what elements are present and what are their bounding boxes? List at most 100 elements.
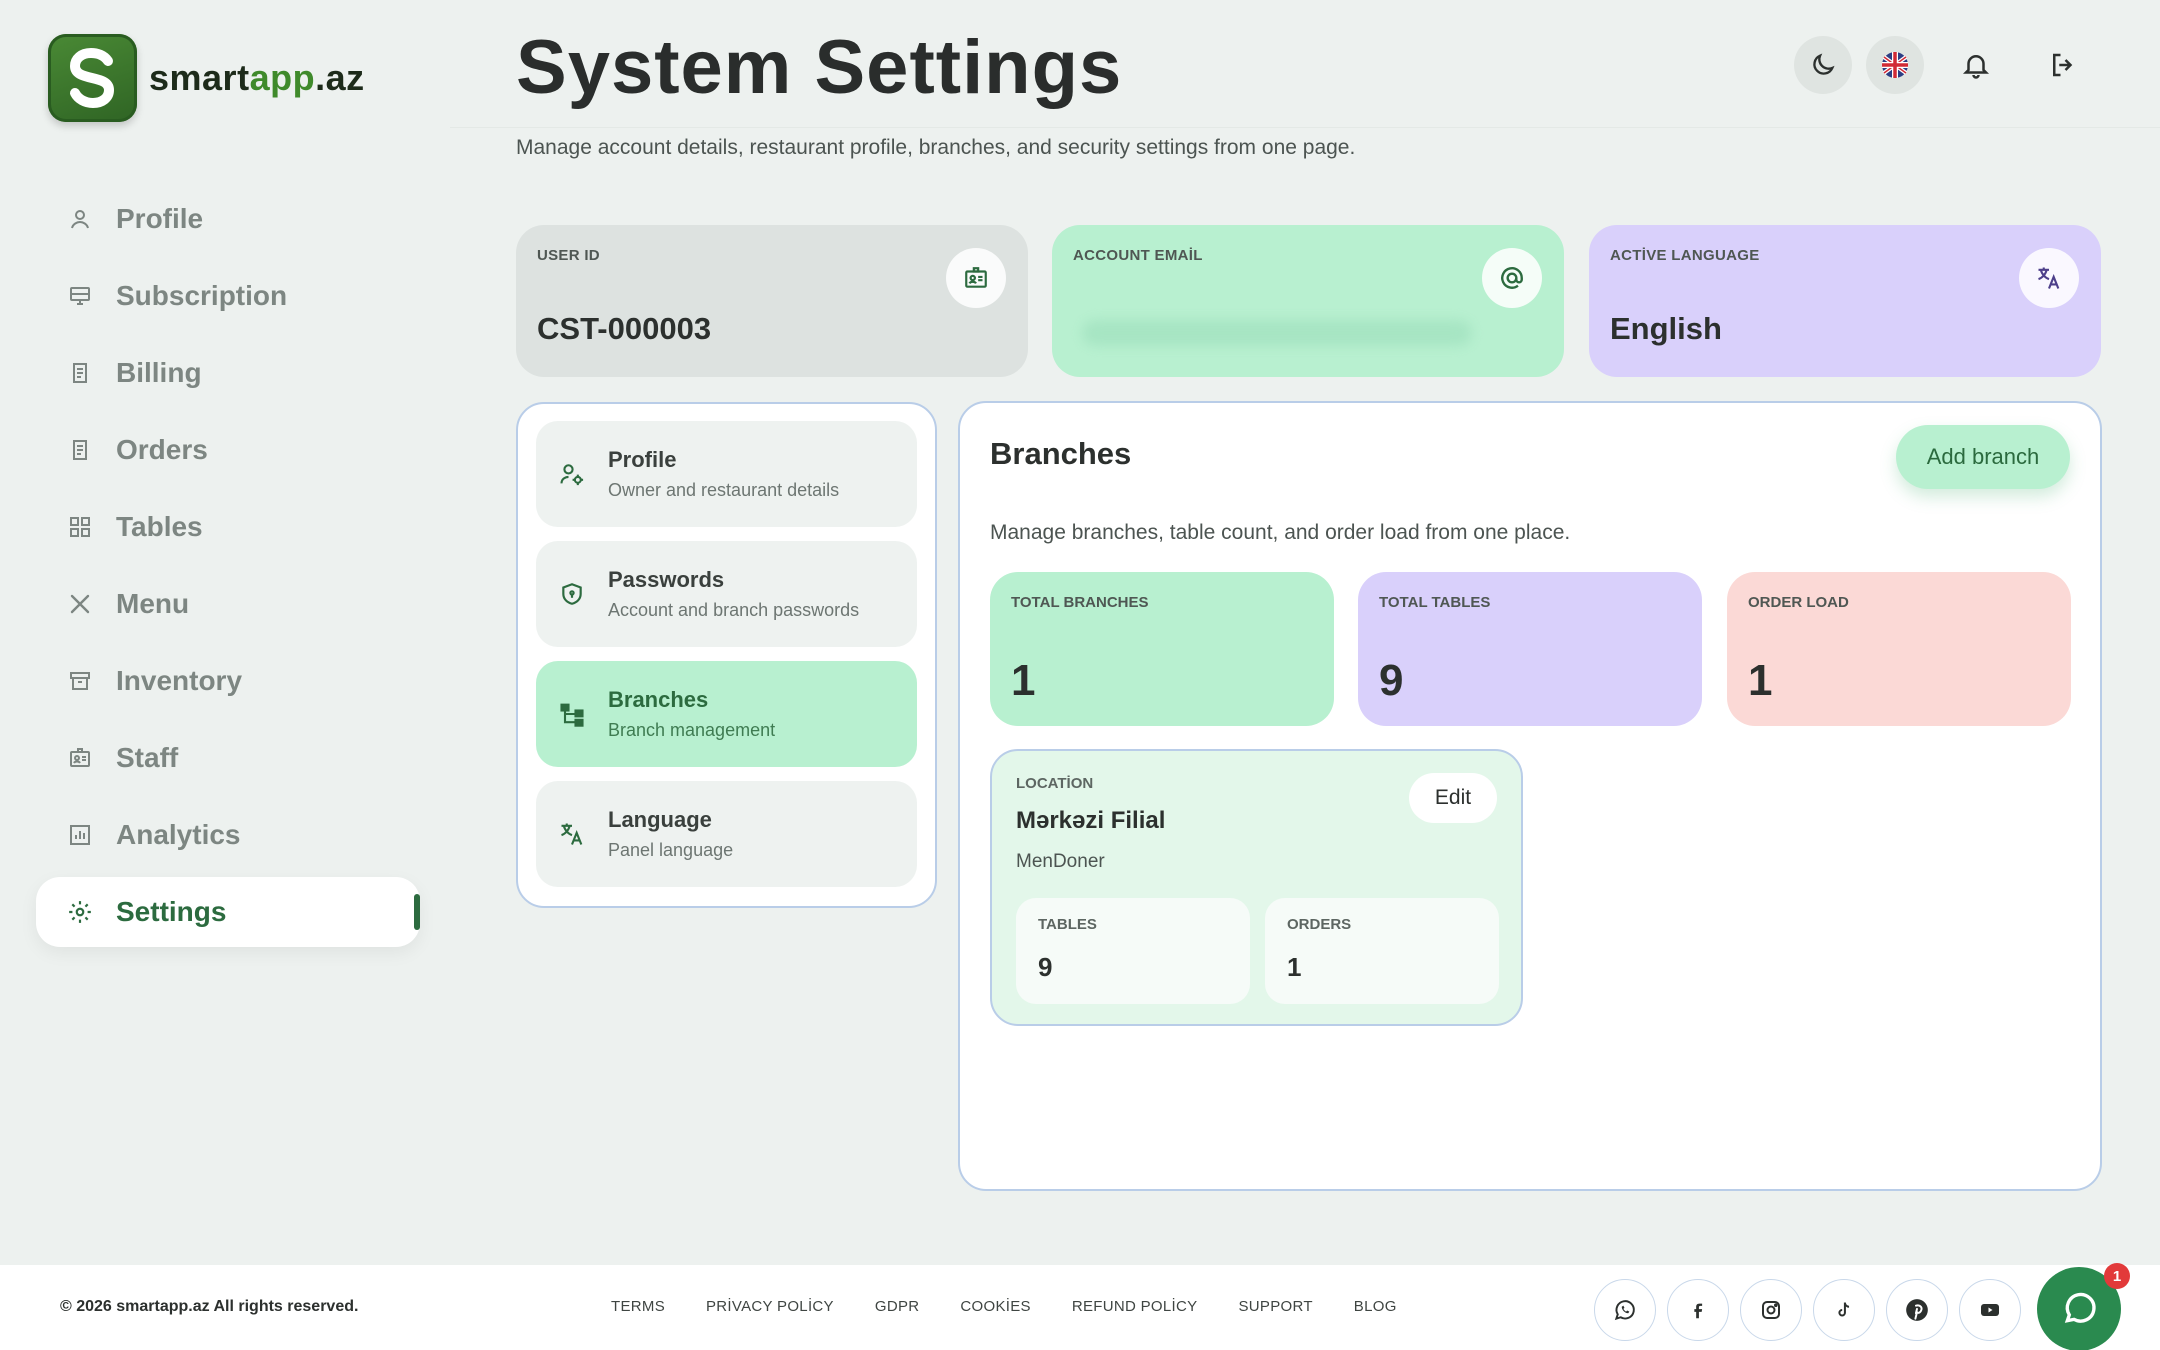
footer-link-cookies[interactable]: COOKİES (960, 1298, 1030, 1315)
footer-link-blog[interactable]: BLOG (1354, 1298, 1397, 1315)
receipt-icon (66, 436, 94, 464)
redacted-email (1082, 320, 1472, 346)
brand-logo[interactable]: smartapp.az (48, 34, 365, 122)
sidebar-item-label: Subscription (116, 280, 288, 311)
id-card-icon (66, 744, 94, 772)
settings-tab-title: Language (608, 807, 712, 832)
card-label: USER ID (537, 247, 600, 264)
footer-link-refund[interactable]: REFUND POLİCY (1072, 1298, 1198, 1315)
hierarchy-icon (556, 698, 588, 730)
theme-toggle-button[interactable] (1794, 36, 1852, 94)
card-label: ACCOUNT EMAİL (1073, 247, 1203, 264)
whatsapp-link[interactable] (1594, 1279, 1656, 1341)
settings-tab-subtitle: Account and branch passwords (608, 600, 860, 620)
page-title: System Settings (516, 25, 1123, 110)
translate-icon (2019, 248, 2079, 308)
brand-name-part: smart (149, 57, 250, 98)
footer-links: TERMS PRİVACY POLİCY GDPR COOKİES REFUND… (611, 1298, 1438, 1315)
uk-flag-icon (1882, 52, 1908, 78)
sidebar-item-analytics[interactable]: Analytics (36, 800, 420, 870)
language-button[interactable] (1866, 36, 1924, 94)
sidebar-item-tables[interactable]: Tables (36, 492, 420, 562)
monitor-icon (66, 282, 94, 310)
bell-icon (1962, 55, 1990, 79)
chat-bubble-icon (2064, 1292, 2096, 1323)
total-tables-value: 9 (1379, 656, 1404, 705)
at-icon (1482, 248, 1542, 308)
sidebar: smartapp.az Profile Subscription Billing (0, 0, 450, 1265)
settings-menu: Profile Owner and restaurant details Pas… (516, 402, 937, 908)
branches-title: Branches (990, 436, 1132, 471)
instagram-icon (1762, 1301, 1780, 1319)
sidebar-item-label: Tables (116, 511, 203, 542)
settings-tab-subtitle: Panel language (608, 840, 734, 860)
branch-orders-box: ORDERS 1 (1265, 898, 1499, 1004)
brand-name-part: .az (315, 57, 365, 98)
branch-tables-box: TABLES 9 (1016, 898, 1250, 1004)
logout-icon (2053, 53, 2073, 77)
orders-label: ORDERS (1287, 916, 1352, 933)
sidebar-item-inventory[interactable]: Inventory (36, 646, 420, 716)
settings-tab-passwords[interactable]: Passwords Account and branch passwords (536, 541, 917, 647)
settings-tab-language[interactable]: Language Panel language (536, 781, 917, 887)
edit-branch-button[interactable]: Edit (1409, 773, 1497, 823)
bar-chart-icon (66, 821, 94, 849)
orders-value: 1 (1287, 952, 1302, 982)
facebook-icon (1694, 1303, 1703, 1319)
sidebar-item-label: Analytics (116, 819, 241, 850)
tiktok-link[interactable] (1813, 1279, 1875, 1341)
total-branches-card: TOTAL BRANCHES 1 (990, 572, 1334, 726)
card-label: TOTAL TABLES (1379, 594, 1491, 611)
footer-link-support[interactable]: SUPPORT (1238, 1298, 1312, 1315)
sidebar-item-menu[interactable]: Menu (36, 569, 420, 639)
facebook-link[interactable] (1667, 1279, 1729, 1341)
sidebar-item-settings[interactable]: Settings (36, 877, 420, 947)
pinterest-link[interactable] (1886, 1279, 1948, 1341)
settings-tab-branches[interactable]: Branches Branch management (536, 661, 917, 767)
footer-link-terms[interactable]: TERMS (611, 1298, 665, 1315)
user-id-value: CST-000003 (537, 311, 712, 346)
active-language-value: English (1610, 311, 1722, 346)
user-gear-icon (556, 458, 588, 490)
user-id-card: USER ID CST-000003 (516, 225, 1028, 377)
id-card-icon (946, 248, 1006, 308)
sidebar-item-profile[interactable]: Profile (36, 184, 420, 254)
restaurant-name: MenDoner (1016, 851, 1105, 872)
card-label: ORDER LOAD (1748, 594, 1849, 611)
branches-description: Manage branches, table count, and order … (990, 521, 1571, 544)
sidebar-item-subscription[interactable]: Subscription (36, 261, 420, 331)
account-email-card: ACCOUNT EMAİL (1052, 225, 1564, 377)
sidebar-item-staff[interactable]: Staff (36, 723, 420, 793)
total-branches-value: 1 (1011, 656, 1036, 705)
branches-panel: Branches Add branch Manage branches, tab… (958, 401, 2102, 1191)
sidebar-item-label: Billing (116, 357, 202, 388)
whatsapp-icon (1614, 1300, 1635, 1321)
order-load-value: 1 (1748, 656, 1773, 705)
add-branch-button[interactable]: Add branch (1896, 425, 2070, 489)
gear-icon (66, 898, 94, 926)
sidebar-item-billing[interactable]: Billing (36, 338, 420, 408)
grid-icon (66, 513, 94, 541)
social-links (1594, 1279, 2032, 1341)
settings-tab-title: Branches (608, 687, 709, 712)
footer-link-gdpr[interactable]: GDPR (875, 1298, 920, 1315)
archive-icon (66, 667, 94, 695)
card-label: ACTİVE LANGUAGE (1610, 247, 1760, 264)
branch-name: Mərkəzi Filial (1016, 807, 1166, 834)
settings-tab-title: Passwords (608, 567, 725, 592)
copyright-text: © 2026 smartapp.az All rights reserved. (60, 1298, 359, 1315)
settings-tab-profile[interactable]: Profile Owner and restaurant details (536, 421, 917, 527)
instagram-link[interactable] (1740, 1279, 1802, 1341)
sidebar-item-label: Settings (116, 896, 227, 927)
sidebar-item-label: Profile (116, 203, 204, 234)
logout-button[interactable] (2034, 36, 2092, 94)
sidebar-item-label: Menu (116, 588, 190, 619)
pinterest-icon (1906, 1299, 1928, 1321)
youtube-link[interactable] (1959, 1279, 2021, 1341)
sidebar-item-orders[interactable]: Orders (36, 415, 420, 485)
utensils-icon (66, 590, 94, 618)
sidebar-item-label: Staff (116, 742, 179, 773)
notifications-button[interactable] (1947, 36, 2005, 94)
footer-link-privacy[interactable]: PRİVACY POLİCY (706, 1298, 834, 1315)
translate-icon (556, 818, 588, 850)
